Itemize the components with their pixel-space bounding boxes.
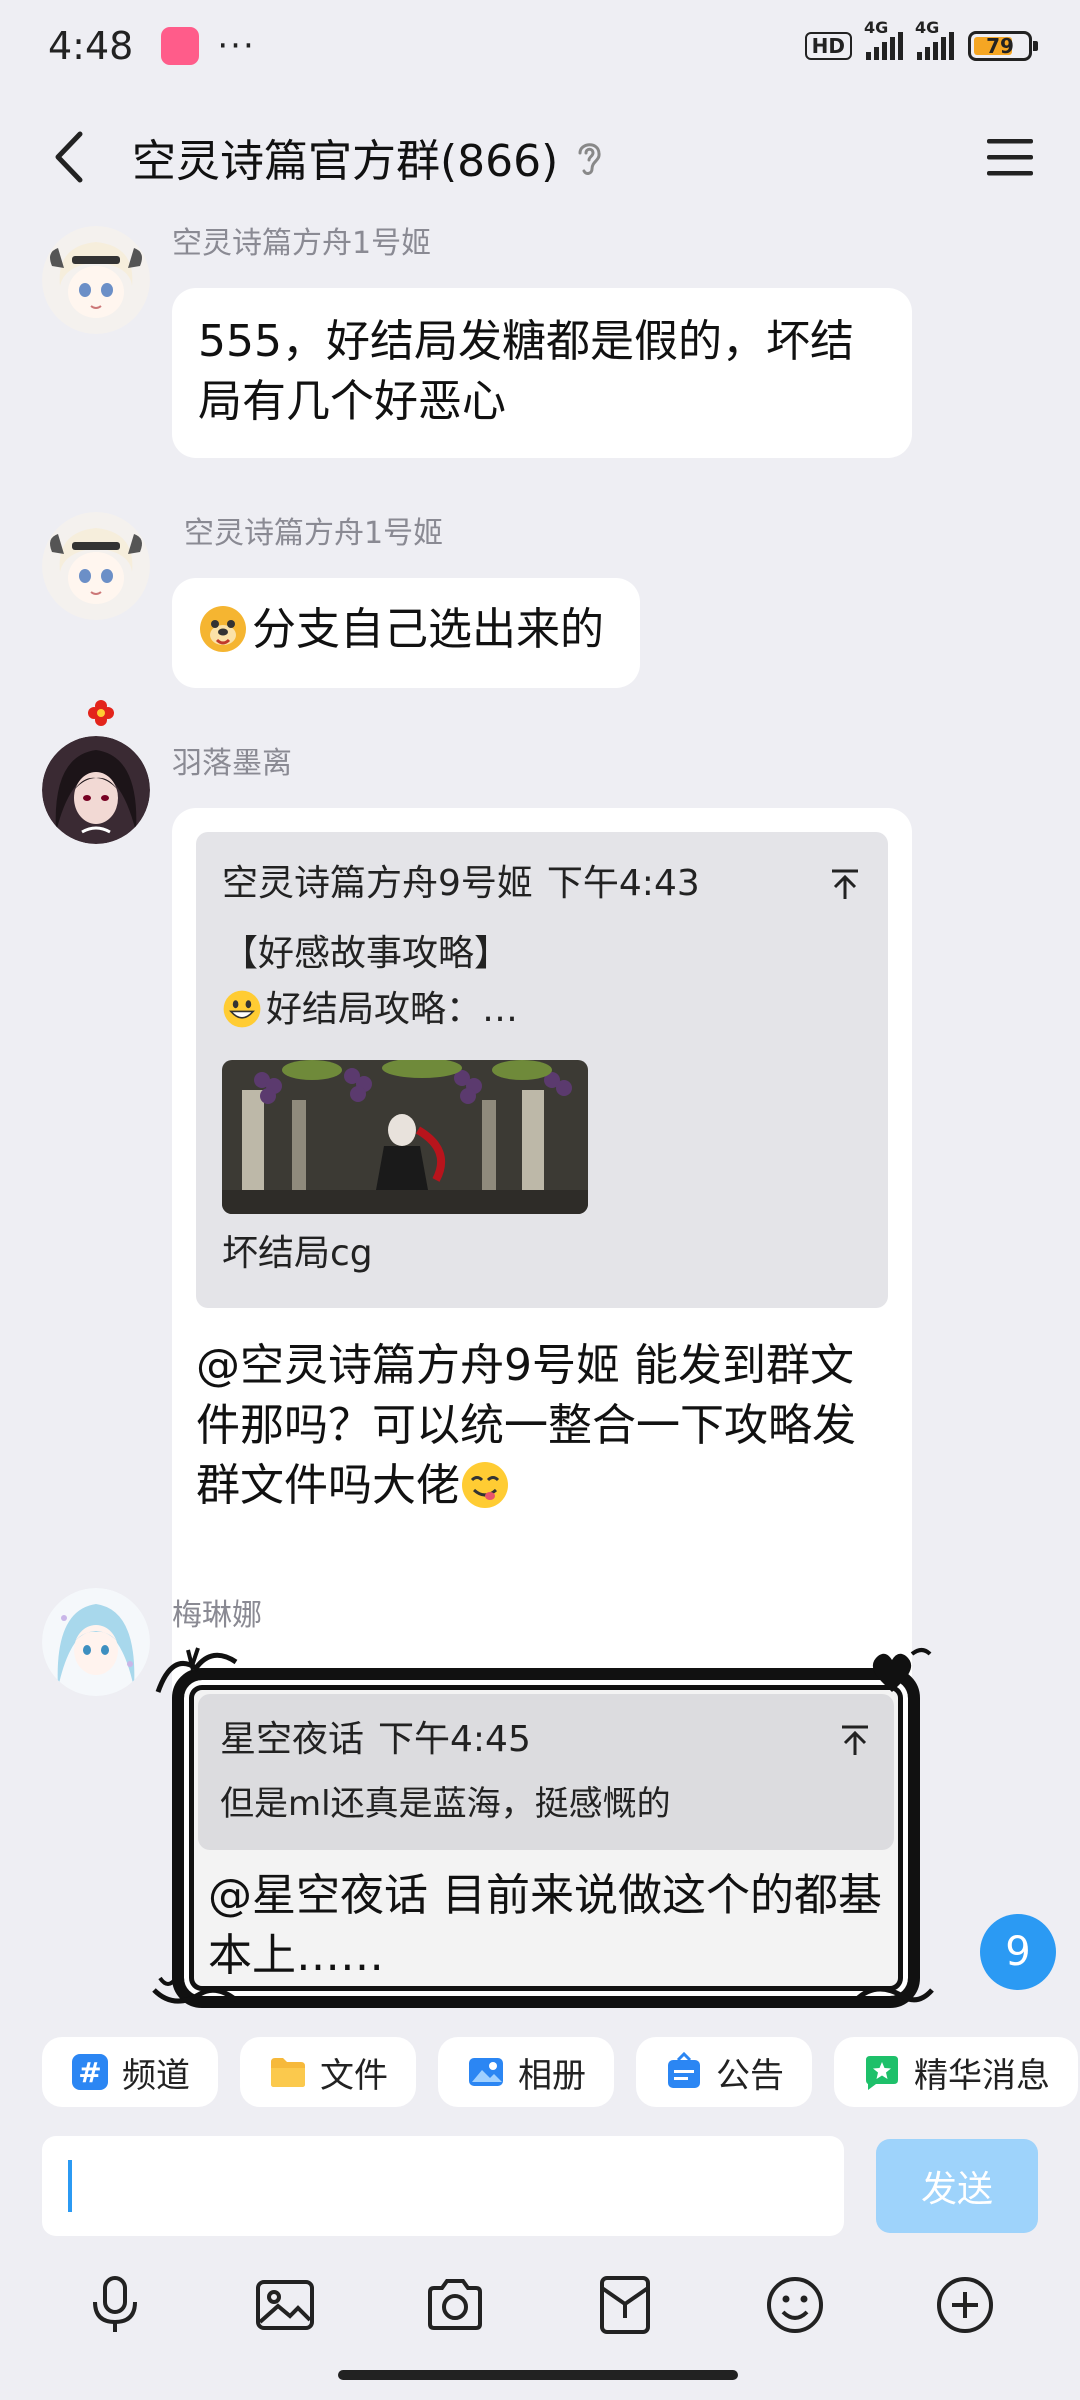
quote-line: 好结局攻略：… — [266, 989, 519, 1030]
chip-label: 文件 — [320, 2055, 388, 2096]
send-button[interactable]: 发送 — [876, 2139, 1038, 2233]
avatar[interactable] — [42, 736, 150, 844]
more-button[interactable] — [925, 2265, 1005, 2345]
message-text: 555，好结局发糖都是假的，坏结局有几个好恶心 — [198, 316, 854, 427]
anime-girl-avatar-icon — [42, 512, 150, 620]
quote-caption: 坏结局cg — [222, 1233, 373, 1274]
chip-files[interactable]: 文件 — [240, 2037, 416, 2107]
sender-name: 空灵诗篇方舟1号姬 — [172, 226, 432, 261]
quote-time: 下午4:43 — [546, 863, 700, 904]
group-title[interactable]: 空灵诗篇官方群(866) — [132, 125, 558, 189]
menu-button[interactable] — [980, 127, 1040, 187]
image-button[interactable] — [245, 2265, 325, 2345]
chip-highlights[interactable]: 精华消息 — [834, 2037, 1078, 2107]
jump-to-original-icon[interactable] — [838, 1723, 872, 1757]
bilibili-app-icon — [161, 27, 200, 65]
message-bubble[interactable]: 555，好结局发糖都是假的，坏结局有几个好恶心 — [172, 288, 912, 458]
yum-face-emoji-icon — [462, 1462, 508, 1508]
forest-scene-image-icon — [222, 1060, 588, 1214]
avatar[interactable] — [42, 512, 150, 620]
input-toolbar — [0, 2250, 1080, 2360]
corner-flourish-icon — [155, 1647, 238, 1693]
microphone-icon — [93, 2276, 137, 2332]
message-list[interactable]: 空灵诗篇方舟1号姬 555，好结局发糖都是假的，坏结局有几个好恶心 空灵诗篇方舟… — [0, 222, 1080, 2022]
chevron-left-icon — [55, 131, 83, 183]
quote-author: 空灵诗篇方舟9号姬 — [222, 863, 533, 904]
folder-icon — [271, 2058, 305, 2087]
anime-girl-avatar-icon — [42, 226, 150, 334]
message-input[interactable] — [42, 2136, 844, 2236]
status-time: 4:48 — [48, 24, 134, 68]
more-notifications-icon: ··· — [217, 26, 256, 66]
chat-header: 空灵诗篇官方群(866) — [0, 92, 1080, 222]
ear-icon — [578, 143, 601, 175]
red-packet-button[interactable] — [585, 2265, 665, 2345]
blue-hair-girl-avatar-icon — [42, 1588, 150, 1696]
emoji-icon — [767, 2277, 823, 2333]
announcement-icon — [668, 2052, 700, 2088]
highlight-message-icon — [866, 2056, 898, 2090]
signal-icon-2: 4G — [915, 18, 954, 60]
unread-count-badge[interactable]: 9 — [980, 1914, 1056, 1990]
chip-label: 相册 — [518, 2055, 586, 2096]
message-bubble-framed[interactable]: 星空夜话 下午4:45 但是ml还真是蓝海，挺感慨的 @星空夜话 目前来说做这个… — [172, 1668, 920, 2008]
message-bubble[interactable]: 分支自己选出来的 — [172, 578, 640, 688]
camera-button[interactable] — [415, 2265, 495, 2345]
avatar[interactable] — [42, 1588, 150, 1696]
corner-flourish-icon — [854, 1986, 934, 2003]
message-bubble[interactable]: 空灵诗篇方舟9号姬 下午4:43 【好感故事攻略】 好结局攻略：… 坏结局cg … — [172, 808, 912, 1762]
chip-label: 公告 — [716, 2055, 784, 2096]
chip-album[interactable]: 相册 — [438, 2037, 614, 2107]
flower-decoration-icon — [86, 698, 116, 732]
back-button[interactable] — [40, 127, 100, 187]
status-bar: 4:48 ··· HD 4G 4G 79 — [0, 0, 1080, 92]
sender-name: 空灵诗篇方舟1号姬 — [184, 516, 444, 551]
svg-text:#: # — [78, 2056, 101, 2089]
corner-flourish-icon — [152, 1976, 238, 2004]
status-indicators: HD 4G 4G 79 — [804, 18, 1038, 61]
redpacket-icon — [600, 2276, 650, 2334]
hamburger-menu-icon — [987, 139, 1033, 176]
message-text: @空灵诗篇方舟9号姬 能发到群文件那吗？可以统一整合一下攻略发群文件吗大佬 — [196, 1340, 856, 1511]
chip-label: 精华消息 — [914, 2055, 1050, 2096]
home-indicator[interactable] — [338, 2370, 738, 2380]
quoted-message[interactable]: 空灵诗篇方舟9号姬 下午4:43 【好感故事攻略】 好结局攻略：… 坏结局cg — [196, 832, 888, 1308]
dog-face-emoji-icon — [200, 606, 246, 652]
quoted-image[interactable] — [222, 1060, 588, 1214]
voice-button[interactable] — [75, 2265, 155, 2345]
quote-line: 但是ml还真是蓝海，挺感慨的 — [220, 1784, 671, 1824]
quote-header: 星空夜话 下午4:45 — [220, 1712, 872, 1768]
plus-icon — [937, 2277, 993, 2333]
grinning-face-emoji-icon — [223, 990, 261, 1028]
message-text: 分支自己选出来的 — [252, 604, 604, 655]
quote-author: 星空夜话 — [220, 1719, 365, 1760]
avatar[interactable] — [42, 226, 150, 334]
jump-to-original-icon[interactable] — [828, 867, 862, 901]
sender-name: 梅琳娜 — [172, 1598, 262, 1633]
quote-line: 【好感故事攻略】 — [222, 933, 511, 974]
heart-decoration-icon — [872, 1648, 932, 1692]
quick-actions-bar: # 频道 文件 相册 公告 精华消息 — [0, 2022, 1080, 2122]
hashtag-icon: # — [72, 2054, 108, 2090]
quote-line-row: 好结局攻略：… — [222, 982, 862, 1038]
composer: 发送 — [0, 2130, 1080, 2242]
image-icon — [256, 2280, 314, 2330]
chip-announcement[interactable]: 公告 — [636, 2037, 812, 2107]
photo-album-icon — [469, 2058, 503, 2086]
quote-time: 下午4:45 — [378, 1719, 531, 1760]
message-text: @星空夜话 目前来说做这个的都基本上…… — [208, 1870, 882, 1981]
battery-icon: 79 — [968, 31, 1038, 61]
chip-label: 频道 — [122, 2055, 190, 2096]
sender-name: 羽落墨离 — [172, 746, 292, 781]
hd-voice-icon: HD — [804, 32, 852, 60]
quoted-message[interactable]: 星空夜话 下午4:45 但是ml还真是蓝海，挺感慨的 — [198, 1694, 894, 1850]
message-text-row: @空灵诗篇方舟9号姬 能发到群文件那吗？可以统一整合一下攻略发群文件吗大佬 — [196, 1336, 888, 1516]
quote-header: 空灵诗篇方舟9号姬 下午4:43 — [222, 856, 862, 912]
emoji-button[interactable] — [755, 2265, 835, 2345]
camera-icon — [428, 2279, 482, 2330]
chip-channel[interactable]: # 频道 — [42, 2037, 218, 2107]
dark-hair-girl-avatar-icon — [42, 736, 150, 844]
signal-icon: 4G — [864, 18, 903, 60]
